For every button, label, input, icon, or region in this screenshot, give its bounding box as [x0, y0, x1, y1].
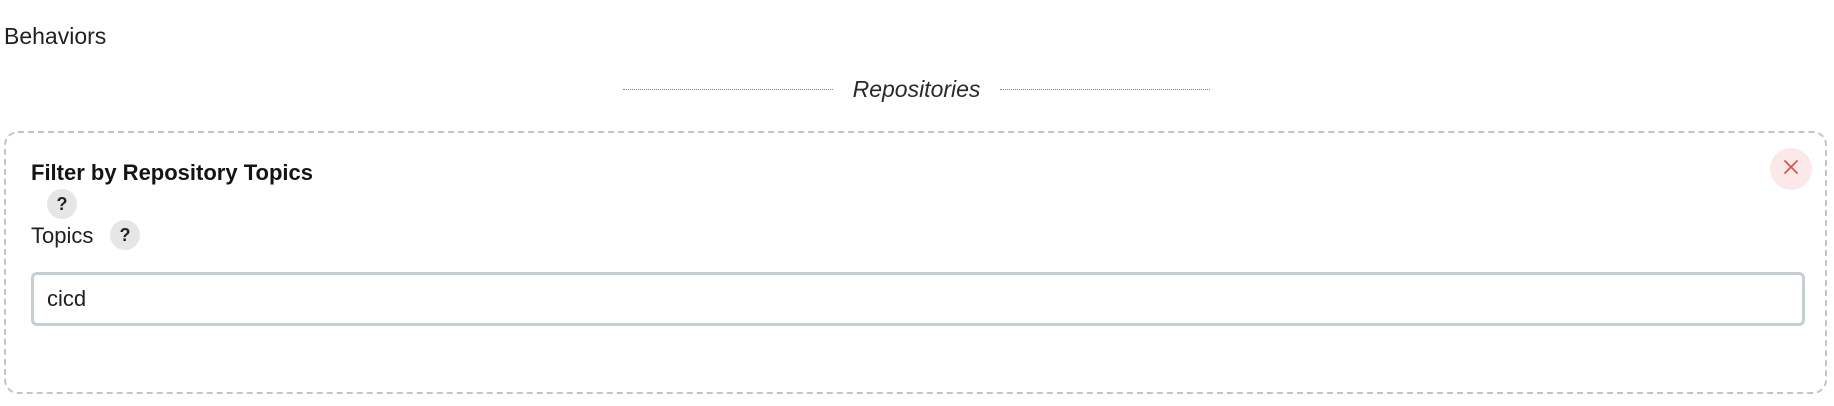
- divider-line-left: [623, 88, 833, 90]
- divider-label: Repositories: [852, 75, 981, 102]
- page: Behaviors Repositories Filter by Reposit…: [0, 0, 1834, 406]
- topics-label: Topics: [31, 223, 94, 248]
- topics-input[interactable]: [31, 272, 1805, 326]
- remove-filter-button[interactable]: [1770, 148, 1812, 190]
- filter-help-button[interactable]: ?: [47, 189, 77, 219]
- topics-help-button[interactable]: ?: [110, 220, 140, 250]
- divider-line-right: [1000, 88, 1210, 90]
- card-title: Filter by Repository Topics: [31, 160, 313, 185]
- filter-card: Filter by Repository Topics ? Topics ?: [4, 131, 1827, 394]
- repositories-divider: Repositories: [623, 74, 1210, 104]
- close-icon: [1783, 159, 1799, 180]
- section-title: Behaviors: [4, 23, 107, 49]
